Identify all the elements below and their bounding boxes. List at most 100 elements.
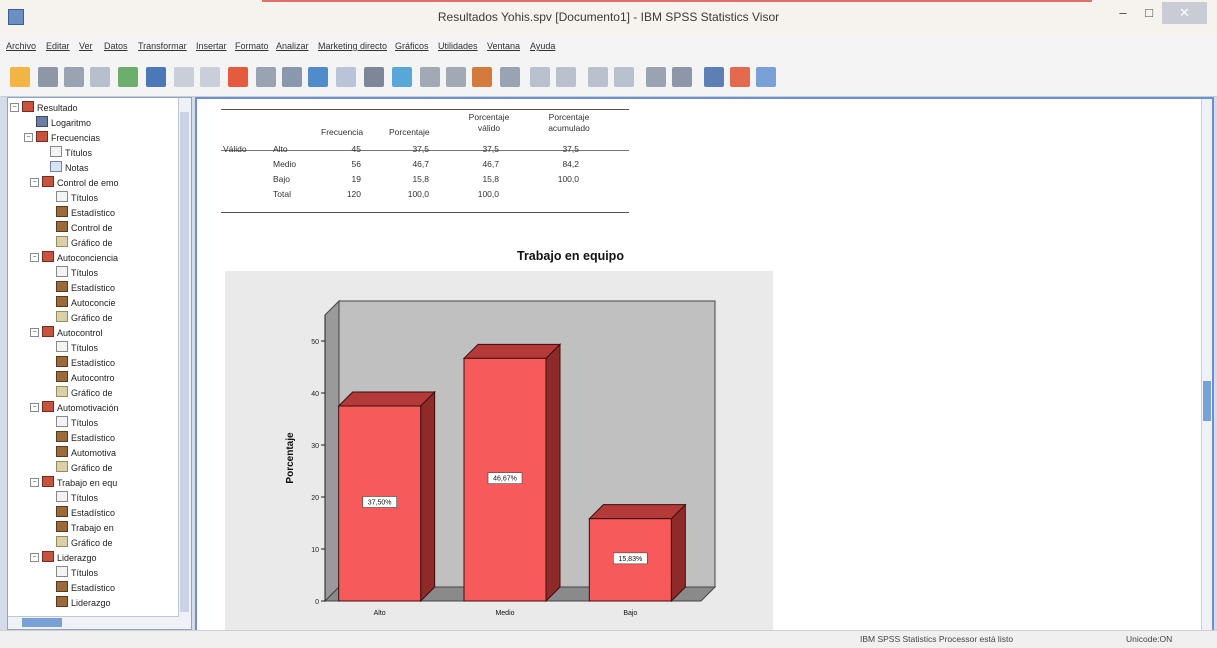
menu-editar[interactable]: Editar	[46, 41, 70, 51]
expand-toggle[interactable]: −	[30, 178, 39, 187]
open-icon[interactable]	[10, 67, 30, 87]
tree-node[interactable]: Títulos	[56, 341, 98, 354]
tree-node-label: Gráfico de	[71, 463, 113, 473]
expand-toggle[interactable]: −	[10, 103, 19, 112]
select-last-output-icon[interactable]	[420, 67, 440, 87]
use-sets-icon[interactable]	[364, 67, 384, 87]
create-title-icon[interactable]	[472, 67, 492, 87]
menu-graficos[interactable]: Gráficos	[395, 41, 429, 51]
output-pane[interactable]: Frecuencia Porcentaje Porcentaje válido …	[195, 97, 1214, 632]
show-all-icon[interactable]	[446, 67, 466, 87]
expand-toggle[interactable]: −	[30, 253, 39, 262]
tree-node[interactable]: Títulos	[56, 266, 98, 279]
insert-chart-icon[interactable]	[730, 67, 750, 87]
col-header-porcentaje: Porcentaje	[389, 127, 430, 137]
menu-transformar[interactable]: Transformar	[138, 41, 187, 51]
show-icon[interactable]	[646, 67, 666, 87]
insert-text-icon[interactable]	[500, 67, 520, 87]
print-preview-icon[interactable]	[90, 67, 110, 87]
find-icon[interactable]	[336, 67, 356, 87]
menu-datos[interactable]: Datos	[104, 41, 128, 51]
accent-line	[262, 0, 1092, 2]
tree-node[interactable]: Títulos	[56, 191, 98, 204]
tree-node[interactable]: Títulos	[56, 416, 98, 429]
tree-node[interactable]: Notas	[50, 161, 89, 174]
tree-node[interactable]: Gráfico de	[56, 536, 113, 549]
tree-node[interactable]: Títulos	[56, 566, 98, 579]
goto-variable-icon[interactable]	[282, 67, 302, 87]
expand-toggle[interactable]: −	[30, 478, 39, 487]
tree-node[interactable]: Estadístico	[56, 356, 115, 369]
tree-node[interactable]: Gráfico de	[56, 386, 113, 399]
tree-node[interactable]: Estadístico	[56, 581, 115, 594]
recall-dialog-icon[interactable]	[146, 67, 166, 87]
tree-node[interactable]: Gráfico de	[56, 311, 113, 324]
tree-node[interactable]: Frecuencias	[36, 131, 100, 144]
expand-toggle[interactable]: −	[30, 553, 39, 562]
tree-node[interactable]: Gráfico de	[56, 236, 113, 249]
tree-node[interactable]: Logaritmo	[36, 116, 91, 129]
goto-case-icon[interactable]	[256, 67, 276, 87]
tree-hscroll-thumb[interactable]	[22, 618, 62, 627]
menu-formato[interactable]: Formato	[235, 41, 269, 51]
menu-insertar[interactable]: Insertar	[196, 41, 227, 51]
maximize-button[interactable]: □	[1136, 2, 1162, 24]
tree-node[interactable]: Autocontro	[56, 371, 115, 384]
hide-icon[interactable]	[672, 67, 692, 87]
tree-node[interactable]: Automotiva	[56, 446, 116, 459]
export-icon[interactable]	[118, 67, 138, 87]
window-title: Resultados Yohis.spv [Documento1] - IBM …	[437, 10, 780, 24]
tree-node[interactable]: Control de emo	[42, 176, 119, 189]
minimize-button[interactable]: –	[1110, 2, 1136, 24]
book-icon	[22, 101, 34, 112]
insert-new-icon[interactable]	[756, 67, 776, 87]
variables-icon[interactable]	[308, 67, 328, 87]
scroll-thumb[interactable]	[1203, 381, 1211, 421]
tree-node[interactable]: Control de	[56, 221, 113, 234]
expand-toggle[interactable]: −	[30, 328, 39, 337]
menu-utilidades[interactable]: Utilidades	[438, 41, 478, 51]
arrow-right-icon[interactable]	[556, 67, 576, 87]
vertical-scrollbar[interactable]	[1201, 99, 1212, 630]
tree-node[interactable]: Estadístico	[56, 431, 115, 444]
tree-node[interactable]: Trabajo en	[56, 521, 114, 534]
menu-analizar[interactable]: Analizar	[276, 41, 309, 51]
tree-node[interactable]: Estadístico	[56, 281, 115, 294]
tree-scrollbar[interactable]	[178, 98, 191, 629]
outline-pane[interactable]: Resultado − Logaritmo Frecuencias − Títulos No…	[7, 97, 192, 630]
menu-ventana[interactable]: Ventana	[487, 41, 520, 51]
tree-node[interactable]: Gráfico de	[56, 461, 113, 474]
expand-toggle[interactable]: −	[24, 133, 33, 142]
tree-node[interactable]: Liderazgo	[56, 596, 111, 609]
tree-hscrollbar[interactable]	[8, 616, 179, 629]
tree-scroll-thumb[interactable]	[180, 112, 189, 612]
redo-icon[interactable]	[200, 67, 220, 87]
tree-node-label: Estadístico	[71, 433, 116, 443]
tree-node[interactable]: Autoconcie	[56, 296, 116, 309]
tree-node[interactable]: Liderazgo	[42, 551, 97, 564]
tree-node[interactable]: Estadístico	[56, 206, 115, 219]
tree-node[interactable]: Estadístico	[56, 506, 115, 519]
arrow-left-icon[interactable]	[530, 67, 550, 87]
tree-node[interactable]: Autocontrol	[42, 326, 103, 339]
save-icon[interactable]	[38, 67, 58, 87]
menu-ayuda[interactable]: Ayuda	[530, 41, 555, 51]
menu-ver[interactable]: Ver	[79, 41, 93, 51]
undo-icon[interactable]	[174, 67, 194, 87]
tree-node[interactable]: Títulos	[50, 146, 92, 159]
tree-node[interactable]: Resultado	[22, 101, 78, 114]
designate-window-icon[interactable]	[392, 67, 412, 87]
goto-data-icon[interactable]	[228, 67, 248, 87]
tree-node[interactable]: Títulos	[56, 491, 98, 504]
close-button[interactable]: ✕	[1162, 2, 1207, 24]
tree-node[interactable]: Automotivación	[42, 401, 119, 414]
collapse-icon[interactable]	[614, 67, 634, 87]
tree-node[interactable]: Trabajo en equ	[42, 476, 117, 489]
menu-archivo[interactable]: Archivo	[6, 41, 36, 51]
expand-icon[interactable]	[588, 67, 608, 87]
menu-marketing-directo[interactable]: Marketing directo	[318, 41, 387, 51]
print-icon[interactable]	[64, 67, 84, 87]
tree-node[interactable]: Autoconciencia	[42, 251, 118, 264]
expand-toggle[interactable]: −	[30, 403, 39, 412]
insert-heading-icon[interactable]	[704, 67, 724, 87]
